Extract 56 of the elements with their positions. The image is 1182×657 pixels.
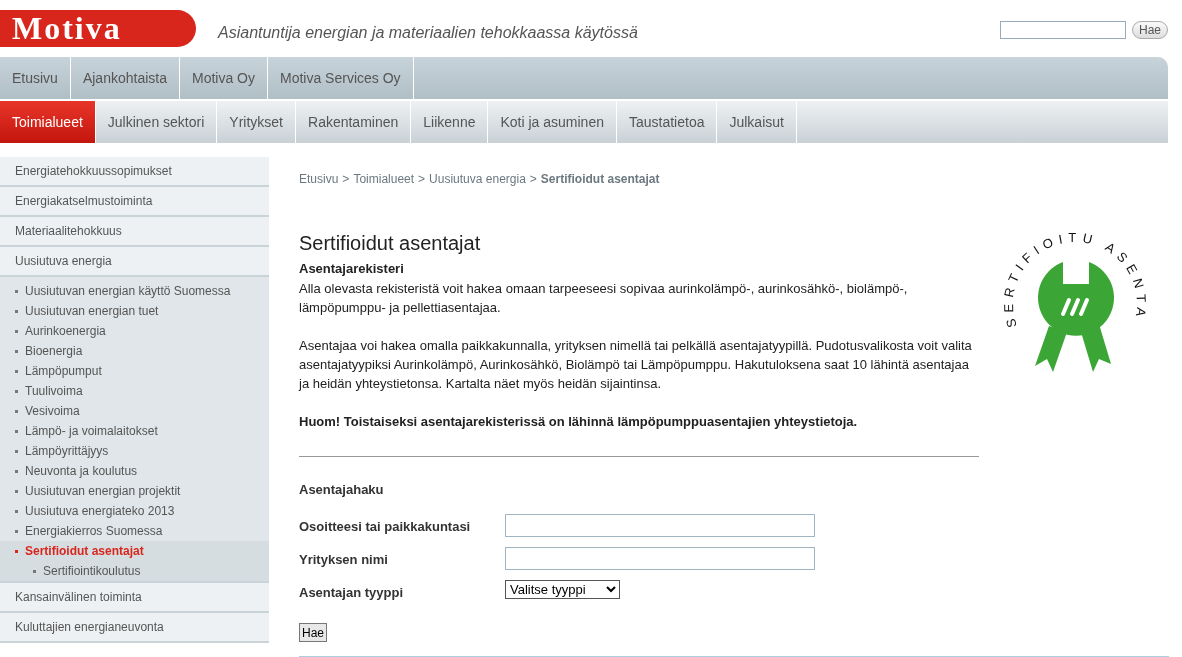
note-text: Huom! Toistaiseksi asentajarekisterissä on lähinnä lämpöpumppuasentajien yhteystietoja. — [299, 413, 859, 431]
paragraph: Asentajaa voi hakea omalla paikkakunnalla, yrityksen nimellä tai pelkällä asentajatyypillä. Pudotusvalikosta voit valita asentajatyypiksi Aurinkolämpö, Aurinkosähkö, Biolämpö tai Lämpöpumppu. Hakutuloksena saat 10 lähintä asentajaa ja heidän yhteystietonsa. Kartalta näet myös heidän sijaintinsa. — [299, 337, 973, 393]
sidebar-subitem[interactable]: Uusiutuvan energian käyttö Suomessa — [0, 281, 269, 301]
sidebar-item[interactable]: Materiaalitehokkuus — [0, 217, 269, 247]
nav-tab[interactable]: Julkinen sektori — [95, 101, 218, 143]
breadcrumb-link[interactable]: Uusiutuva energia — [429, 172, 526, 186]
sidebar-subitem[interactable]: Sertifioidut asentajat — [0, 541, 269, 561]
input-field[interactable] — [505, 514, 815, 537]
nav-tab[interactable]: Motiva Oy — [180, 57, 268, 99]
nav-tab[interactable]: Yritykset — [217, 101, 296, 143]
sidebar-item[interactable]: Energiakatselmustoiminta — [0, 187, 269, 217]
sidebar-subitem[interactable]: Tuulivoima — [0, 381, 269, 401]
field-label: Yrityksen nimi — [299, 552, 389, 567]
sidebar-subitem[interactable]: Sertifiointikoulutus — [0, 561, 269, 581]
sidebar-subitem[interactable]: Bioenergia — [0, 341, 269, 361]
type-dropdown[interactable]: Valitse tyyppi — [505, 580, 620, 599]
sidebar-item[interactable]: Kuluttajien energianeuvonta — [0, 613, 269, 643]
sidebar-subitem[interactable]: Neuvonta ja koulutus — [0, 461, 269, 481]
nav-tab[interactable]: Ajankohtaista — [70, 57, 180, 99]
breadcrumb-separator: > — [418, 172, 426, 186]
sidebar-subitem[interactable]: Uusiutuvan energian projektit — [0, 481, 269, 501]
breadcrumb-link[interactable]: Etusivu — [299, 172, 339, 186]
nav-tab[interactable]: Motiva Services Oy — [268, 57, 414, 99]
sidebar-item[interactable]: Energiatehokkuussopimukset — [0, 157, 269, 187]
sidebar-subitem[interactable]: Uusiutuvan energian tuet — [0, 301, 269, 321]
motiva-logo[interactable]: Motiva — [0, 10, 196, 47]
field-label: Asentajan tyyppi — [299, 585, 405, 600]
page-title: Sertifioidut asentajat — [299, 232, 482, 255]
form-heading: Asentajahaku — [299, 482, 385, 497]
sidebar-item[interactable]: Kansainvälinen toiminta — [0, 583, 269, 613]
search-submit-button[interactable]: Hae — [299, 623, 327, 642]
sidebar-subitem[interactable]: Aurinkoenergia — [0, 321, 269, 341]
breadcrumb-separator: > — [529, 172, 537, 186]
nav-tab[interactable]: Koti ja asuminen — [488, 101, 617, 143]
sidebar-subitem[interactable]: Uusiutuva energiateko 2013 — [0, 501, 269, 521]
sidebar-subitem[interactable]: Lämpöpumput — [0, 361, 269, 381]
sidebar-subitem[interactable]: Lämpöyrittäjyys — [0, 441, 269, 461]
sidebar-subitem[interactable]: Energiakierros Suomessa — [0, 521, 269, 541]
nav-tab[interactable]: Toimialueet — [0, 101, 96, 143]
nav-tab[interactable]: Rakentaminen — [296, 101, 412, 143]
sidebar-subitem[interactable]: Lämpö- ja voimalaitokset — [0, 421, 269, 441]
nav-tab[interactable]: Liikenne — [411, 101, 489, 143]
tagline: Asiantuntija energian ja materiaalien tehokkaassa käytössä — [218, 24, 639, 42]
paragraph: Alla olevasta rekisteristä voit hakea omaan tarpeeseesi sopivaa aurinkolämpö-, aurinkosähkö-, biolämpö-, lämpöpumppu- ja pellettiasentajaa. — [299, 280, 909, 317]
nav-tab[interactable]: Taustatietoa — [616, 101, 718, 143]
section-heading: Asentajarekisteri — [299, 261, 405, 276]
search-field[interactable] — [1000, 21, 1126, 39]
input-field[interactable] — [505, 547, 815, 570]
field-label: Osoitteesi tai paikkakuntasi — [299, 519, 472, 534]
sidebar-item[interactable]: Uusiutuva energia — [0, 247, 269, 277]
breadcrumb-separator: > — [342, 172, 350, 186]
sidebar-subitem[interactable]: Vesivoima — [0, 401, 269, 421]
nav-tab[interactable]: Etusivu — [0, 57, 71, 99]
search-button[interactable]: Hae — [1132, 21, 1168, 39]
nav-tab[interactable]: Julkaisut — [717, 101, 797, 143]
breadcrumb-link[interactable]: Toimialueet — [353, 172, 415, 186]
